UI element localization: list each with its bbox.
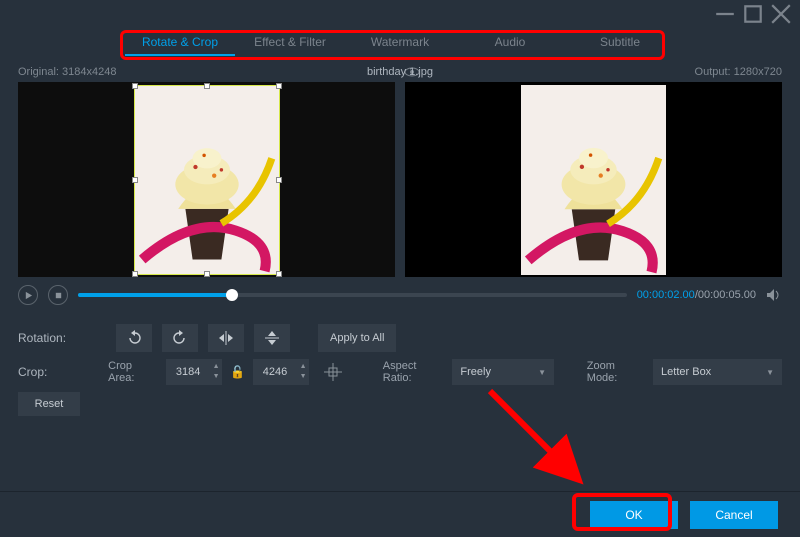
tab-effect-filter[interactable]: Effect & Filter: [235, 28, 345, 56]
cancel-button[interactable]: Cancel: [690, 501, 778, 529]
filename-label: birthday 1.jpg: [367, 66, 433, 78]
footer: OK Cancel: [0, 491, 800, 537]
play-button[interactable]: [18, 285, 38, 305]
meta-row: Original: 3184x4248 birthday 1.jpg Outpu…: [0, 58, 800, 82]
original-image: [135, 86, 279, 274]
ok-button[interactable]: OK: [590, 501, 678, 529]
crop-height-down[interactable]: ▼: [297, 372, 309, 382]
chevron-down-icon: ▼: [766, 368, 774, 377]
output-size-label: Output: 1280x720: [695, 66, 782, 78]
original-preview[interactable]: [18, 82, 395, 277]
volume-icon[interactable]: [766, 288, 782, 302]
output-image: [521, 85, 666, 275]
chevron-down-icon: ▼: [538, 368, 546, 377]
tab-watermark[interactable]: Watermark: [345, 28, 455, 56]
tab-subtitle[interactable]: Subtitle: [565, 28, 675, 56]
crop-height-up[interactable]: ▲: [297, 362, 309, 372]
minimize-button[interactable]: [714, 3, 736, 25]
crop-width-spinner[interactable]: ▲▼: [166, 359, 222, 385]
stop-button[interactable]: [48, 285, 68, 305]
rotate-right-button[interactable]: [162, 324, 198, 352]
original-size-label: Original: 3184x4248: [18, 66, 116, 78]
crop-width-down[interactable]: ▼: [210, 372, 222, 382]
maximize-button[interactable]: [742, 3, 764, 25]
aspect-ratio-label: Aspect Ratio:: [383, 360, 443, 384]
playback-bar: 00:00:02.00/00:00:05.00: [0, 277, 800, 311]
current-time: 00:00:02.00: [637, 289, 695, 301]
reset-button[interactable]: Reset: [18, 392, 80, 416]
zoom-mode-label: Zoom Mode:: [587, 360, 643, 384]
apply-to-all-button[interactable]: Apply to All: [318, 324, 396, 352]
zoom-mode-select[interactable]: Letter Box▼: [653, 359, 782, 385]
progress-slider[interactable]: [78, 293, 627, 297]
tab-rotate-crop[interactable]: Rotate & Crop: [125, 28, 235, 56]
crop-width-input[interactable]: [166, 366, 210, 378]
crop-label: Crop:: [18, 365, 98, 379]
preview-row: [0, 82, 800, 277]
aspect-lock-icon[interactable]: 🔓: [228, 365, 247, 379]
flip-horizontal-button[interactable]: [208, 324, 244, 352]
rotation-label: Rotation:: [18, 331, 106, 345]
rotate-left-button[interactable]: [116, 324, 152, 352]
aspect-ratio-select[interactable]: Freely▼: [452, 359, 554, 385]
flip-vertical-button[interactable]: [254, 324, 290, 352]
time-display: 00:00:02.00/00:00:05.00: [637, 289, 756, 301]
tab-bar: Rotate & Crop Effect & Filter Watermark …: [0, 28, 800, 58]
crop-height-spinner[interactable]: ▲▼: [253, 359, 309, 385]
editor-window: Rotate & Crop Effect & Filter Watermark …: [0, 0, 800, 537]
close-button[interactable]: [770, 3, 792, 25]
crop-height-input[interactable]: [253, 366, 297, 378]
controls-panel: Rotation: Apply to All Crop: Crop Area:: [0, 311, 800, 419]
center-crop-icon[interactable]: [319, 363, 346, 381]
output-preview: [405, 82, 782, 277]
total-time: 00:00:05.00: [698, 289, 756, 301]
tab-audio[interactable]: Audio: [455, 28, 565, 56]
crop-width-up[interactable]: ▲: [210, 362, 222, 372]
titlebar: [0, 0, 800, 28]
crop-area-label: Crop Area:: [108, 360, 156, 384]
crop-handles[interactable]: [134, 85, 280, 275]
